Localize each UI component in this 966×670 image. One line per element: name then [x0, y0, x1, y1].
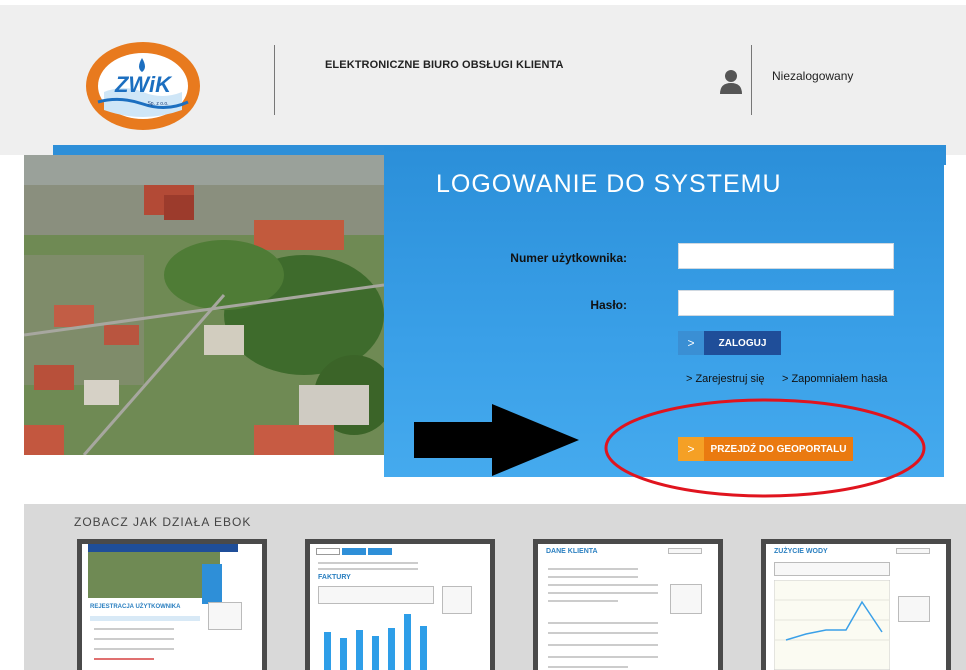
- login-button-label: ZALOGUJ: [704, 331, 781, 355]
- thumb-box: [442, 586, 472, 614]
- thumb-line: [548, 576, 638, 578]
- header-divider-right: [751, 45, 752, 115]
- forgot-chevron-icon: >: [782, 373, 789, 385]
- aerial-town-photo: [24, 155, 384, 455]
- thumb-line: [94, 658, 154, 660]
- thumbnail-registration[interactable]: REJESTRACJA UŻYTKOWNIKA: [77, 539, 267, 670]
- thumb-panel: [202, 564, 222, 604]
- page-title: ELEKTRONICZNE BIURO OBSŁUGI KLIENTA: [325, 59, 564, 71]
- login-title: LOGOWANIE DO SYSTEMU: [436, 170, 782, 198]
- password-label: Hasło:: [590, 298, 627, 312]
- thumb-box: [898, 596, 930, 622]
- thumbnail-screen: DANE KLIENTA: [538, 544, 718, 670]
- thumbnail-screen: REJESTRACJA UŻYTKOWNIKA: [82, 544, 262, 670]
- how-it-works-section: ZOBACZ JAK DZIAŁA EBOK REJESTRACJA UŻYTK…: [24, 504, 966, 670]
- thumb-tab: [368, 548, 392, 555]
- thumb-line: [94, 638, 174, 640]
- thumb-heading: DANE KLIENTA: [546, 548, 598, 555]
- user-silhouette-icon: [720, 70, 742, 94]
- thumb-box: [318, 586, 434, 604]
- thumb-line: [548, 584, 658, 586]
- zwik-logo[interactable]: ZWiK Sp. z o.o.: [84, 40, 202, 132]
- thumb-line: [548, 592, 658, 594]
- thumbnail-invoices[interactable]: FAKTURY: [305, 539, 495, 670]
- thumb-line: [94, 648, 174, 650]
- register-link[interactable]: > Zarejestruj się: [686, 373, 765, 385]
- thumbnail-water-usage[interactable]: ZUŻYCIE WODY: [761, 539, 951, 670]
- thumb-line: [318, 568, 418, 570]
- register-chevron-icon: >: [686, 373, 693, 385]
- password-input[interactable]: [678, 290, 894, 316]
- logo-subtext: Sp. z o.o.: [147, 101, 168, 107]
- thumbnail-screen: ZUŻYCIE WODY: [766, 544, 946, 670]
- thumb-box: [668, 548, 702, 554]
- thumb-box: [670, 584, 702, 614]
- thumb-photo: [88, 552, 220, 598]
- user-status: Niezalogowany: [772, 69, 854, 83]
- login-arrow-icon: >: [678, 331, 704, 355]
- thumb-bar-chart: [324, 614, 427, 670]
- register-link-label: Zarejestruj się: [695, 373, 765, 385]
- how-it-works-title: ZOBACZ JAK DZIAŁA EBOK: [74, 515, 252, 529]
- forgot-password-link[interactable]: > Zapomniałem hasła: [782, 373, 887, 385]
- thumb-line-chart: [774, 580, 890, 670]
- red-ellipse-annotation: [604, 398, 926, 498]
- black-arrow-annotation: [414, 404, 579, 476]
- thumb-line: [548, 666, 628, 668]
- thumb-heading: FAKTURY: [318, 574, 351, 581]
- thumbnail-customer-data[interactable]: DANE KLIENTA: [533, 539, 723, 670]
- thumb-line: [548, 568, 638, 570]
- thumb-line: [548, 644, 658, 646]
- username-input[interactable]: [678, 243, 894, 269]
- login-button[interactable]: > ZALOGUJ: [678, 331, 781, 355]
- thumb-line: [94, 628, 174, 630]
- thumb-tab: [316, 548, 340, 555]
- logo-wordmark: ZWiK: [114, 72, 173, 97]
- thumb-heading: REJESTRACJA UŻYTKOWNIKA: [90, 604, 181, 610]
- thumb-heading: ZUŻYCIE WODY: [774, 548, 828, 555]
- thumbnail-screen: FAKTURY: [310, 544, 490, 670]
- thumb-line: [548, 656, 658, 658]
- thumb-box: [774, 562, 890, 576]
- thumb-line: [318, 562, 418, 564]
- thumb-tab: [342, 548, 366, 555]
- thumb-nav-bar: [88, 544, 238, 552]
- thumb-box: [896, 548, 930, 554]
- thumb-line: [548, 622, 658, 624]
- thumb-line: [90, 616, 200, 621]
- site-header: ZWiK Sp. z o.o. ELEKTRONICZNE BIURO OBSŁ…: [0, 5, 966, 155]
- thumb-box: [208, 602, 242, 630]
- thumb-line: [548, 632, 658, 634]
- header-divider-left: [274, 45, 275, 115]
- thumb-line: [548, 600, 618, 602]
- forgot-link-label: Zapomniałem hasła: [791, 373, 888, 385]
- username-label: Numer użytkownika:: [510, 251, 627, 265]
